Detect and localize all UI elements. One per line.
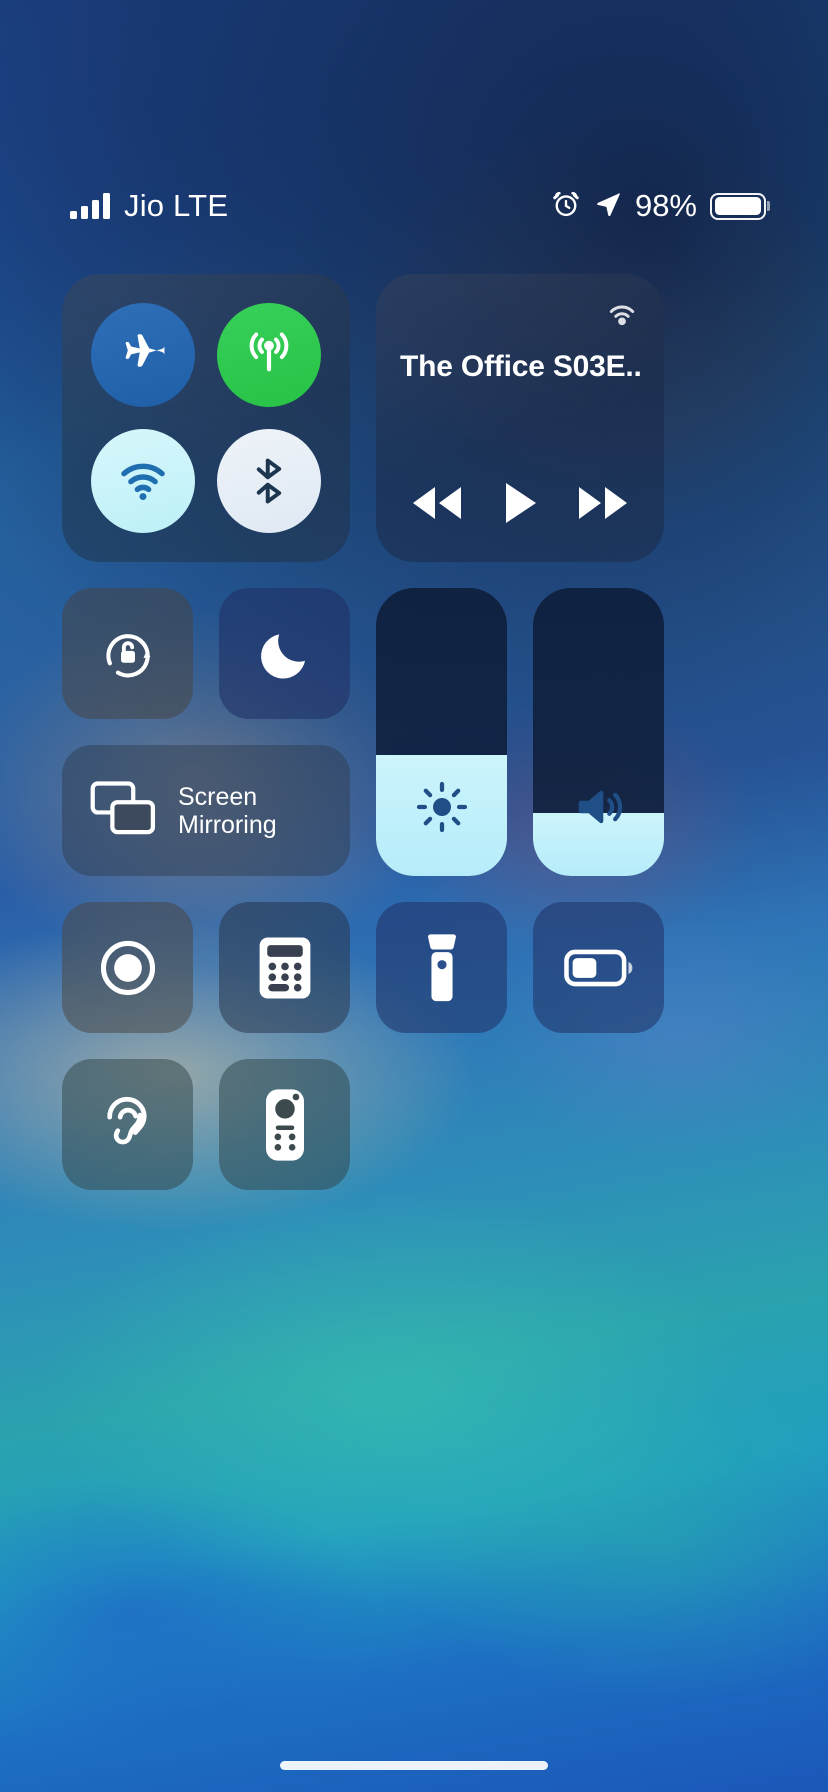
status-bar-left: Jio LTE xyxy=(70,188,228,224)
cc-left-column: Screen Mirroring xyxy=(62,588,350,876)
airplay-audio-icon[interactable] xyxy=(602,296,642,341)
now-playing-module[interactable]: The Office S03E... xyxy=(376,274,664,562)
wifi-icon xyxy=(121,463,165,501)
airplane-icon xyxy=(125,334,165,367)
status-bar-right: 98% xyxy=(551,188,766,224)
speaker-volume-icon xyxy=(533,780,664,834)
wifi-toggle[interactable] xyxy=(91,429,195,533)
flashlight-tile[interactable] xyxy=(376,902,507,1033)
cellular-data-toggle[interactable] xyxy=(217,303,321,407)
cellular-signal-bars-icon xyxy=(70,193,110,219)
alarm-clock-icon xyxy=(551,189,581,224)
screen-mirroring-icon xyxy=(90,781,156,840)
cc-tile-row-a xyxy=(62,588,350,719)
iphone-control-center-screen: Jio LTE 98% The Office S03E... Screen Mi… xyxy=(0,0,828,1792)
rewind-icon xyxy=(413,487,461,519)
calculator-tile[interactable] xyxy=(219,902,350,1033)
battery-icon xyxy=(710,192,766,220)
rewind-button[interactable] xyxy=(408,482,466,524)
hearing-tile[interactable] xyxy=(62,1059,193,1190)
apple-tv-remote-tile[interactable] xyxy=(219,1059,350,1190)
cc-row-2: Screen Mirroring xyxy=(62,588,766,876)
screen-mirroring-label: Screen Mirroring xyxy=(178,782,277,839)
rotation-lock-icon xyxy=(105,633,150,677)
play-icon xyxy=(506,483,536,523)
volume-slider[interactable] xyxy=(533,588,664,876)
remote-icon xyxy=(265,1088,304,1161)
screen-mirroring-tile[interactable]: Screen Mirroring xyxy=(62,745,350,876)
fast-forward-button[interactable] xyxy=(574,482,632,524)
airplane-mode-toggle[interactable] xyxy=(91,303,195,407)
record-circle-icon xyxy=(100,940,155,995)
now-playing-title: The Office S03E... xyxy=(400,350,640,383)
now-playing-controls xyxy=(400,480,640,536)
cc-row-3 xyxy=(62,902,766,1033)
ear-icon xyxy=(106,1096,147,1144)
flashlight-icon xyxy=(427,933,456,1001)
play-button[interactable] xyxy=(500,480,540,526)
status-bar: Jio LTE 98% xyxy=(0,178,828,234)
bluetooth-icon xyxy=(256,458,282,504)
do-not-disturb-tile[interactable] xyxy=(219,588,350,719)
low-power-mode-tile[interactable] xyxy=(533,902,664,1033)
brightness-sun-icon xyxy=(376,780,507,834)
control-center-grid: The Office S03E... Screen Mirroring xyxy=(62,274,766,1216)
battery-icon xyxy=(563,949,632,986)
connectivity-module[interactable] xyxy=(62,274,350,562)
bluetooth-toggle[interactable] xyxy=(217,429,321,533)
carrier-label: Jio LTE xyxy=(124,188,229,223)
rotation-lock-tile[interactable] xyxy=(62,588,193,719)
location-arrow-icon xyxy=(594,190,622,223)
cc-sliders xyxy=(376,588,664,876)
cc-row-4 xyxy=(62,1059,766,1190)
screen-recording-tile[interactable] xyxy=(62,902,193,1033)
moon-icon xyxy=(260,633,305,679)
battery-percentage-label: 98% xyxy=(634,188,697,223)
cellular-antenna-icon xyxy=(249,332,289,372)
fast-forward-icon xyxy=(579,487,627,519)
home-indicator[interactable] xyxy=(280,1761,548,1770)
calculator-icon xyxy=(259,937,310,998)
brightness-slider[interactable] xyxy=(376,588,507,876)
cc-row-1: The Office S03E... xyxy=(62,274,766,562)
